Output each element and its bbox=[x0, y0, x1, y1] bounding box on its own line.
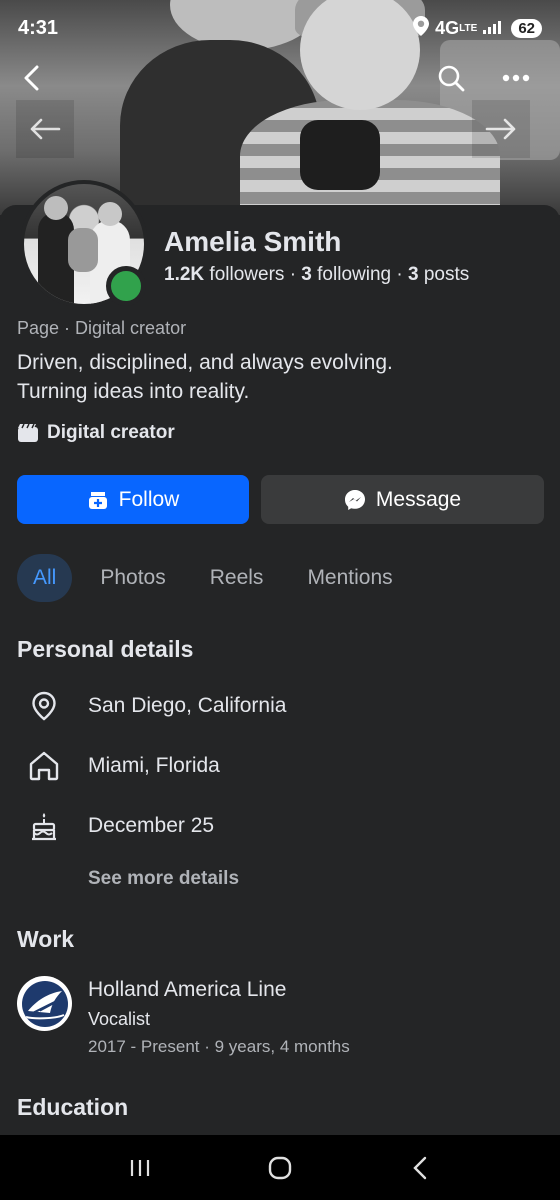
signal-icon bbox=[483, 18, 505, 39]
back-arrow-icon bbox=[24, 65, 39, 91]
following-label[interactable]: following bbox=[317, 264, 391, 285]
company-name[interactable]: Holland America Line bbox=[88, 978, 286, 1002]
detail-birthday: December 25 bbox=[22, 804, 214, 848]
follow-icon bbox=[88, 491, 107, 509]
network-subtype: LTE bbox=[459, 22, 478, 34]
detail-text: December 25 bbox=[88, 814, 215, 837]
location-status-icon bbox=[413, 15, 430, 41]
profile-name: Amelia Smith bbox=[164, 226, 342, 257]
battery-indicator: 62 bbox=[511, 18, 542, 38]
bio-line: Driven, disciplined, and always evolving… bbox=[17, 351, 393, 374]
recent-apps-icon bbox=[130, 1159, 150, 1176]
messenger-icon bbox=[344, 489, 365, 510]
company-logo[interactable] bbox=[17, 976, 72, 1031]
message-button[interactable]: Message bbox=[261, 475, 544, 524]
network-type: 4G bbox=[435, 17, 460, 38]
profile-category: Digital creator bbox=[17, 422, 175, 444]
profile-stats: 1.2K followers · 3 following · 3 posts bbox=[164, 264, 469, 286]
work-dates: 2017 - Present · 9 years, 4 months bbox=[88, 1037, 350, 1056]
cover-shape bbox=[300, 120, 380, 190]
birthday-cake-icon bbox=[22, 804, 66, 848]
more-icon bbox=[502, 74, 530, 82]
job-title: Vocalist bbox=[88, 1009, 151, 1029]
system-back-button[interactable] bbox=[390, 1143, 450, 1193]
ship-logo-icon bbox=[25, 990, 64, 1019]
message-label: Message bbox=[375, 487, 462, 511]
system-navigation-bar bbox=[0, 1135, 560, 1200]
arrow-right-icon bbox=[485, 118, 516, 140]
recent-apps-button[interactable] bbox=[110, 1143, 170, 1193]
followers-label[interactable]: followers bbox=[209, 264, 284, 285]
back-button[interactable] bbox=[12, 58, 52, 98]
home-circle-icon bbox=[268, 1156, 292, 1179]
status-time: 4:31 bbox=[18, 16, 59, 39]
follow-label: Follow bbox=[118, 487, 180, 511]
followers-count[interactable]: 1.2K bbox=[164, 264, 204, 285]
more-options-button[interactable] bbox=[496, 58, 536, 98]
home-icon bbox=[22, 744, 66, 788]
detail-current-city: San Diego, California bbox=[22, 684, 286, 728]
tab-mentions[interactable]: Mentions bbox=[291, 554, 408, 602]
stats-separator: · bbox=[289, 264, 297, 285]
tab-photos[interactable]: Photos bbox=[84, 554, 181, 602]
tab-all[interactable]: All bbox=[17, 554, 73, 602]
search-button[interactable] bbox=[431, 58, 471, 98]
profile-bio: Driven, disciplined, and always evolving… bbox=[17, 348, 537, 406]
stats-separator: · bbox=[396, 264, 403, 285]
following-count[interactable]: 3 bbox=[301, 264, 312, 285]
arrow-left-icon bbox=[30, 118, 61, 140]
cover-prev-button[interactable] bbox=[16, 100, 74, 158]
education-heading: Education bbox=[17, 1094, 129, 1120]
detail-text: San Diego, California bbox=[88, 694, 287, 717]
see-more-details-link[interactable]: See more details bbox=[88, 868, 239, 890]
work-heading: Work bbox=[17, 926, 75, 952]
clapperboard-icon bbox=[18, 423, 38, 442]
personal-details-heading: Personal details bbox=[17, 636, 194, 662]
cover-next-button[interactable] bbox=[472, 100, 530, 158]
chevron-left-icon bbox=[413, 1156, 427, 1179]
page-type-label: Page · Digital creator bbox=[17, 318, 187, 338]
status-indicators: 4G LTE 62 bbox=[413, 15, 542, 41]
home-button[interactable] bbox=[250, 1143, 310, 1193]
tab-reels[interactable]: Reels bbox=[194, 554, 280, 602]
online-status-indicator bbox=[106, 266, 146, 306]
location-pin-icon bbox=[22, 684, 66, 728]
bio-line: Turning ideas into reality. bbox=[17, 380, 250, 403]
profile-tabs: All Photos Reels Mentions bbox=[17, 554, 421, 602]
detail-text: Miami, Florida bbox=[88, 754, 220, 777]
search-icon bbox=[438, 65, 465, 92]
status-bar: 4:31 4G LTE 62 bbox=[0, 0, 560, 56]
category-label: Digital creator bbox=[47, 422, 175, 443]
posts-count: 3 bbox=[407, 264, 419, 285]
follow-button[interactable]: Follow bbox=[17, 475, 249, 524]
detail-hometown: Miami, Florida bbox=[22, 744, 220, 788]
posts-label: posts bbox=[423, 264, 470, 285]
